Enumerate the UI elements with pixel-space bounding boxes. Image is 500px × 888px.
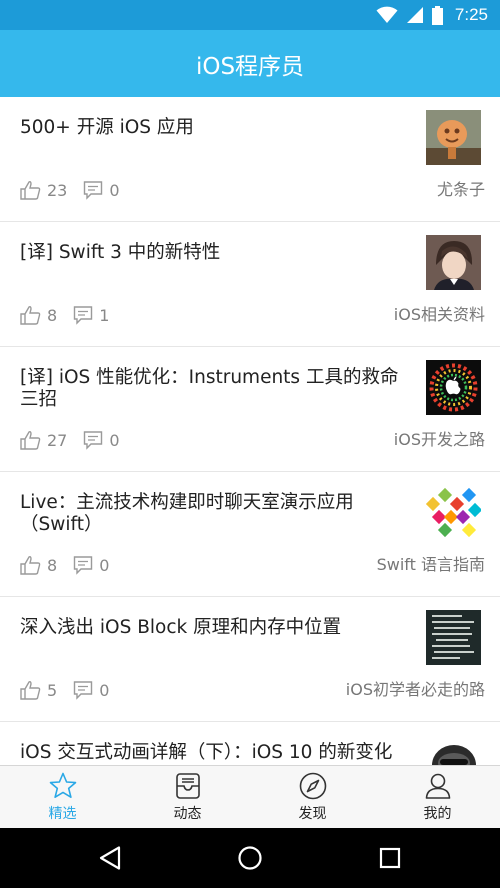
comment-count-value: 0 [99, 555, 110, 575]
tab-activity[interactable]: 动态 [125, 766, 250, 828]
comment-icon [73, 681, 93, 700]
article-stats: 23 0 [19, 179, 120, 201]
comment-count[interactable]: 0 [73, 555, 109, 575]
status-icons: 7:25 [376, 4, 488, 26]
thumbs-up-icon [20, 181, 41, 200]
comment-count[interactable]: 0 [73, 680, 109, 700]
dark-text-thumbnail[interactable] [426, 610, 481, 665]
thumbs-up-icon [20, 431, 41, 450]
tab-featured[interactable]: 精选 [0, 766, 125, 828]
like-count[interactable]: 23 [19, 180, 67, 200]
article-card[interactable]: Live：主流技术构建即时聊天室演示应用（Swift） 8 0 Swift 语言… [0, 472, 500, 597]
tab-label: 我的 [423, 806, 452, 822]
comment-count[interactable]: 1 [73, 305, 109, 325]
like-count-value: 23 [47, 180, 68, 200]
tab-label: 发现 [298, 806, 327, 822]
article-stats: 5 0 [19, 679, 109, 701]
comment-icon [73, 306, 93, 325]
like-count-value: 27 [47, 430, 68, 450]
comment-count-value: 0 [109, 180, 120, 200]
app-bar: iOS程序员 [0, 30, 500, 97]
helmet-thumbnail[interactable] [426, 735, 481, 765]
article-title[interactable]: 深入浅出 iOS Block 原理和内存中位置 [20, 617, 416, 639]
like-count[interactable]: 8 [19, 305, 57, 325]
article-stats: 8 1 [19, 304, 109, 326]
home-icon [238, 846, 262, 870]
person-icon [425, 773, 450, 799]
tab-discover[interactable]: 发现 [250, 766, 375, 828]
tab-label: 精选 [48, 806, 77, 822]
tab-profile[interactable]: 我的 [375, 766, 500, 828]
apple-logo-thumbnail[interactable] [426, 360, 481, 415]
star-icon [49, 772, 76, 798]
article-stats: 27 0 [19, 429, 120, 451]
colorful-blocks-thumbnail[interactable] [426, 485, 481, 540]
portrait-thumbnail[interactable] [426, 235, 481, 290]
back-button[interactable] [94, 842, 126, 874]
wifi-icon [376, 6, 398, 23]
comment-count[interactable]: 0 [83, 180, 120, 200]
article-title[interactable]: [译] iOS 性能优化：Instruments 工具的救命三招 [20, 367, 416, 411]
recents-button[interactable] [374, 842, 406, 874]
bottom-tab-bar: 精选 动态 发现 我的 [0, 765, 500, 828]
compass-icon [299, 772, 326, 800]
comment-icon [84, 181, 103, 200]
article-card[interactable]: 深入浅出 iOS Block 原理和内存中位置 5 0 iOS初学者必走的路 [0, 597, 500, 722]
article-title[interactable]: [译] Swift 3 中的新特性 [20, 242, 416, 264]
back-icon [99, 846, 121, 870]
article-card[interactable]: [译] iOS 性能优化：Instruments 工具的救命三招 27 0 iO… [0, 347, 500, 472]
comment-icon [73, 556, 93, 575]
article-card[interactable]: [译] Swift 3 中的新特性 8 1 iOS相关资料 [0, 222, 500, 347]
system-nav-bar [0, 828, 500, 888]
home-button[interactable] [234, 842, 266, 874]
status-bar: 7:25 [0, 0, 500, 30]
like-count[interactable]: 27 [19, 430, 67, 450]
like-count-value: 8 [47, 555, 58, 575]
article-feed[interactable]: 500+ 开源 iOS 应用 23 0 尤条子 [译] Swift 3 中的新特… [0, 97, 500, 765]
like-count[interactable]: 5 [19, 680, 57, 700]
thumbs-up-icon [20, 306, 41, 325]
inbox-icon [175, 773, 200, 799]
thumbs-up-icon [20, 556, 41, 575]
page-title: iOS程序员 [195, 53, 305, 80]
article-source[interactable]: iOS相关资料 [394, 304, 485, 326]
character-thumbnail[interactable] [426, 110, 481, 165]
thumbs-up-icon [20, 681, 41, 700]
article-source[interactable]: 尤条子 [437, 179, 485, 201]
recents-icon [379, 847, 401, 869]
comment-icon [84, 431, 103, 450]
tab-label: 动态 [173, 806, 202, 822]
article-stats: 8 0 [19, 554, 109, 576]
like-count-value: 5 [47, 680, 58, 700]
signal-icon [406, 7, 423, 23]
like-count[interactable]: 8 [19, 555, 57, 575]
article-card[interactable]: 500+ 开源 iOS 应用 23 0 尤条子 [0, 97, 500, 222]
article-source[interactable]: iOS开发之路 [394, 429, 485, 451]
comment-count-value: 0 [99, 680, 110, 700]
article-title[interactable]: Live：主流技术构建即时聊天室演示应用（Swift） [20, 492, 416, 536]
article-card[interactable]: iOS 交互式动画详解（下）：iOS 10 的新变化 [0, 722, 500, 765]
article-source[interactable]: iOS初学者必走的路 [346, 679, 485, 701]
comment-count[interactable]: 0 [83, 430, 120, 450]
article-source[interactable]: Swift 语言指南 [377, 554, 485, 576]
comment-count-value: 0 [109, 430, 120, 450]
battery-icon [431, 5, 443, 25]
like-count-value: 8 [47, 305, 58, 325]
article-title[interactable]: iOS 交互式动画详解（下）：iOS 10 的新变化 [20, 742, 416, 764]
comment-count-value: 1 [99, 305, 110, 325]
status-time: 7:25 [454, 5, 488, 24]
article-title[interactable]: 500+ 开源 iOS 应用 [20, 117, 416, 139]
